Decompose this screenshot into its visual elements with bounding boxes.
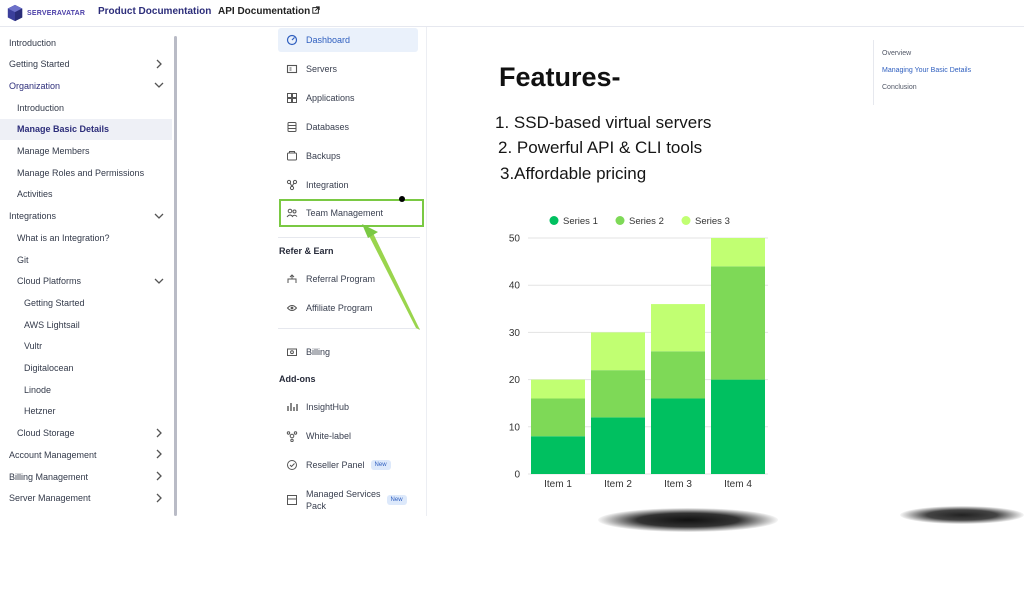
- x-tick-label: Item 3: [664, 479, 692, 490]
- bar-series-1-item-3: [651, 398, 705, 474]
- blank-area: [0, 516, 1024, 616]
- bar-series-2-item-2: [591, 370, 645, 418]
- bar-series-3-item-4: [711, 238, 765, 267]
- toc-conclusion[interactable]: Conclusion: [882, 84, 917, 91]
- legend-label: Series 2: [629, 216, 664, 227]
- legend-label: Series 1: [563, 216, 598, 227]
- shadow-shape: [900, 506, 1024, 524]
- feature-item-3: 3.Affordable pricing: [500, 164, 647, 183]
- y-tick-label: 0: [514, 470, 520, 481]
- shadow-shape: [598, 508, 778, 532]
- bar-series-3-item-1: [531, 379, 585, 399]
- bar-series-3-item-2: [591, 332, 645, 371]
- legend-swatch: [615, 216, 625, 225]
- y-tick-label: 30: [509, 328, 521, 339]
- features-title: Features-: [499, 62, 621, 92]
- bar-series-2-item-4: [711, 266, 765, 380]
- bar-series-2-item-1: [531, 398, 585, 437]
- bar-series-1-item-4: [711, 379, 765, 474]
- x-tick-label: Item 1: [544, 479, 572, 490]
- y-tick-label: 20: [509, 375, 521, 386]
- toc-managing-basic-details[interactable]: Managing Your Basic Details: [882, 67, 971, 74]
- bar-series-1-item-1: [531, 436, 585, 474]
- y-tick-label: 50: [509, 234, 521, 245]
- table-of-contents: Overview Managing Your Basic Details Con…: [873, 40, 1024, 105]
- legend-label: Series 3: [695, 216, 730, 227]
- legend-swatch: [681, 216, 691, 225]
- legend-swatch: [549, 216, 559, 225]
- stacked-bar-chart: 0 10 20 30 40 50 Item 1 Item 2 Item 3 Item 4 Serie…: [509, 216, 768, 490]
- y-tick-label: 10: [509, 422, 521, 433]
- feature-item-2: 2. Powerful API & CLI tools: [498, 138, 703, 157]
- x-tick-label: Item 2: [604, 479, 632, 490]
- bar-series-3-item-3: [651, 304, 705, 352]
- bar-series-2-item-3: [651, 351, 705, 399]
- x-tick-label: Item 4: [724, 479, 752, 490]
- feature-item-1: 1. SSD-based virtual servers: [495, 113, 712, 132]
- toc-overview[interactable]: Overview: [882, 50, 911, 57]
- bar-series-1-item-2: [591, 417, 645, 474]
- y-tick-label: 40: [509, 281, 521, 292]
